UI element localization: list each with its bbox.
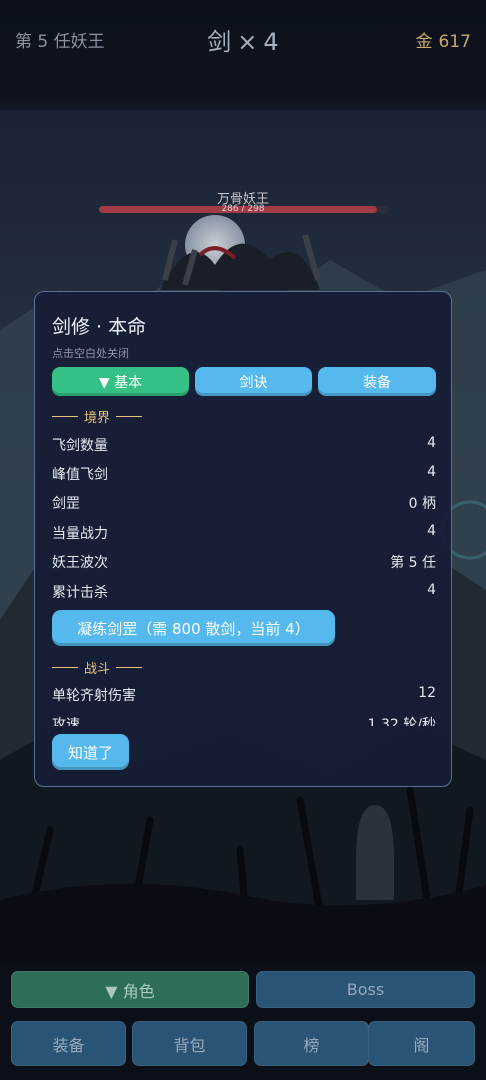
section-realm-label: 境界 bbox=[84, 411, 111, 426]
close-hint: 点击空白处关闭 bbox=[52, 347, 129, 360]
section-battle: 战斗 bbox=[52, 658, 143, 677]
modal-title: 剑修 · 本命 bbox=[52, 316, 147, 338]
section-battle-label: 战斗 bbox=[84, 662, 111, 677]
divider bbox=[52, 667, 78, 668]
sword-label: 剑 bbox=[207, 28, 232, 56]
divider bbox=[52, 416, 78, 417]
divider bbox=[116, 416, 143, 417]
nav-ranking-button[interactable]: 榜 bbox=[254, 1021, 369, 1066]
stat-row: 峰值飞剑 4 bbox=[52, 464, 436, 484]
stat-value: 0 柄 bbox=[408, 496, 436, 512]
tab-equipment[interactable]: 装备 bbox=[318, 367, 436, 396]
sword-count-value: 4 bbox=[263, 28, 279, 56]
times-sign: × bbox=[237, 28, 258, 56]
tab-sword-art[interactable]: 剑诀 bbox=[195, 367, 312, 396]
ok-button[interactable]: 知道了 bbox=[52, 734, 129, 770]
stat-label: 攻速 bbox=[52, 717, 80, 726]
stat-label: 飞剑数量 bbox=[52, 438, 108, 454]
tab-basic[interactable]: ▼ 基本 bbox=[52, 367, 189, 396]
stat-label: 妖王波次 bbox=[52, 555, 108, 571]
sword-count: 剑 × 4 bbox=[0, 22, 486, 57]
stat-row: 剑罡 0 柄 bbox=[52, 493, 436, 513]
stat-value: 第 5 任 bbox=[390, 555, 436, 571]
stat-value: 4 bbox=[427, 464, 436, 480]
refine-sword-aura-button[interactable]: 凝练剑罡（需 800 散剑，当前 4） bbox=[52, 610, 335, 646]
character-info-modal: 剑修 · 本命 点击空白处关闭 ▼ 基本 剑诀 装备 境界 飞剑数量 4 峰值飞… bbox=[34, 291, 452, 787]
stat-value: 4 bbox=[427, 435, 436, 451]
divider bbox=[116, 667, 143, 668]
nav-equipment-button[interactable]: 装备 bbox=[11, 1021, 126, 1066]
nav-bag-button[interactable]: 背包 bbox=[132, 1021, 247, 1066]
stat-value: 4 bbox=[427, 582, 436, 598]
stat-label: 当量战力 bbox=[52, 526, 108, 542]
stat-row: 攻速 1.32 轮/秒 bbox=[52, 714, 436, 726]
stat-row: 飞剑数量 4 bbox=[52, 435, 436, 455]
top-hud: 第 5 任妖王 剑 × 4 金 617 bbox=[0, 0, 486, 110]
stat-label: 剑罡 bbox=[52, 496, 80, 512]
gold-display: 金 617 bbox=[416, 27, 471, 52]
stat-label: 累计击杀 bbox=[52, 585, 108, 601]
nav-role-button[interactable]: ▼ 角色 bbox=[11, 971, 249, 1008]
stat-row: 妖王波次 第 5 任 bbox=[52, 552, 436, 572]
stat-row: 单轮齐射伤害 12 bbox=[52, 685, 436, 705]
stat-label: 峰值飞剑 bbox=[52, 467, 108, 483]
section-realm: 境界 bbox=[52, 407, 143, 426]
stat-value: 12 bbox=[418, 685, 436, 701]
gold-amount: 617 bbox=[438, 32, 471, 52]
stat-label: 单轮齐射伤害 bbox=[52, 688, 136, 704]
stat-value: 4 bbox=[427, 523, 436, 539]
nav-boss-button[interactable]: Boss bbox=[256, 971, 475, 1008]
gold-label: 金 bbox=[415, 32, 433, 52]
stat-row: 当量战力 4 bbox=[52, 523, 436, 543]
nav-pavilion-button[interactable]: 阁 bbox=[368, 1021, 475, 1066]
stat-row: 累计击杀 4 bbox=[52, 582, 436, 602]
boss-hp-text: 286 / 298 bbox=[221, 204, 265, 214]
stat-value: 1.32 轮/秒 bbox=[367, 717, 436, 726]
